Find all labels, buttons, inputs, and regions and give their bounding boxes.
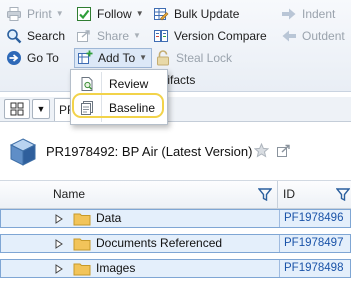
expand-triangle-icon[interactable] — [55, 264, 63, 274]
add-to-button[interactable]: Add To ▼ — [74, 48, 153, 68]
menu-item-label: Baseline — [109, 101, 156, 115]
table-row[interactable]: Documents Referenced PF1978497 — [0, 234, 351, 253]
share-icon — [77, 30, 90, 42]
lock-icon — [157, 50, 169, 66]
expand-triangle-icon[interactable] — [55, 239, 63, 249]
print-button[interactable]: Print ▼ — [6, 4, 64, 24]
search-label: Search — [27, 29, 66, 43]
outdent-label: Outdent — [302, 29, 345, 43]
indent-label: Indent — [302, 7, 336, 21]
bulk-update-label: Bulk Update — [174, 7, 240, 21]
folder-icon — [73, 238, 91, 251]
share-icon[interactable] — [276, 143, 291, 158]
follow-button[interactable]: Follow ▼ — [76, 4, 144, 24]
artifacts-button[interactable]: tifacts — [164, 70, 195, 90]
column-header-id[interactable]: ID — [283, 181, 295, 208]
outdent-arrow-icon — [282, 30, 296, 42]
go-to-label: Go To — [27, 51, 59, 65]
row-id-link[interactable]: PF1978497 — [284, 235, 343, 252]
chevron-down-icon: ▼ — [55, 9, 64, 18]
indent-arrow-icon — [282, 8, 296, 20]
artifacts-label: tifacts — [164, 73, 196, 87]
search-button[interactable]: Search — [6, 26, 65, 46]
follow-label: Follow — [97, 7, 132, 21]
baseline-icon — [81, 101, 93, 115]
go-to-button[interactable]: Go To — [6, 48, 59, 68]
table-row[interactable]: Data PF1978496 — [0, 209, 351, 228]
object-title: PR1978492: BP Air (Latest Version) — [46, 144, 253, 159]
menu-item-label: Review — [109, 77, 149, 91]
share-button[interactable]: Share ▼ — [76, 26, 141, 46]
expand-triangle-icon[interactable] — [55, 214, 63, 224]
chevron-down-icon: ▼ — [135, 9, 144, 18]
filter-icon[interactable] — [336, 188, 350, 201]
column-separator[interactable] — [277, 181, 278, 208]
add-to-label: Add To — [98, 51, 136, 65]
row-name[interactable]: Images — [96, 260, 135, 277]
menu-item-review[interactable]: Review — [71, 73, 167, 95]
grid-header: Name ID — [0, 180, 351, 209]
grid-view-button[interactable] — [4, 99, 30, 119]
bulk-update-icon — [154, 8, 169, 21]
print-label: Print — [27, 7, 52, 21]
follow-icon — [77, 7, 91, 21]
column-header-name[interactable]: Name — [53, 181, 85, 208]
filter-icon[interactable] — [258, 188, 272, 201]
steal-lock-button[interactable]: Steal Lock — [155, 48, 232, 68]
go-to-arrow-icon — [7, 51, 21, 65]
chevron-down-icon: ▼ — [139, 53, 148, 62]
row-id-link[interactable]: PF1978498 — [284, 260, 343, 277]
version-compare-label: Version Compare — [174, 29, 267, 43]
tab-strip: ▼ PR — [0, 97, 351, 122]
add-to-icon — [78, 50, 93, 64]
column-separator — [279, 260, 280, 277]
version-compare-button[interactable]: Version Compare — [153, 26, 267, 46]
row-id-link[interactable]: PF1978496 — [284, 210, 343, 227]
actions-toolbar: Print ▼ Follow ▼ Bulk Update Indent Sear… — [0, 0, 351, 92]
search-icon — [7, 29, 22, 44]
version-compare-icon — [154, 30, 168, 42]
row-name[interactable]: Data — [96, 210, 121, 227]
indent-button[interactable]: Indent — [281, 4, 335, 24]
column-separator — [279, 210, 280, 227]
steal-lock-label: Steal Lock — [176, 51, 233, 65]
menu-item-baseline[interactable]: Baseline — [71, 97, 167, 119]
chevron-down-icon: ▼ — [133, 31, 141, 40]
folder-icon — [73, 213, 91, 226]
add-to-menu: Review Baseline — [70, 69, 168, 125]
bulk-update-button[interactable]: Bulk Update — [153, 4, 239, 24]
share-label: Share — [97, 29, 130, 43]
printer-icon — [7, 7, 21, 21]
folder-icon — [73, 263, 91, 276]
cube-icon — [9, 138, 37, 166]
favorite-star-icon[interactable] — [254, 143, 269, 158]
grid-icon — [10, 102, 24, 116]
chevron-down-icon: ▼ — [36, 104, 46, 114]
row-name[interactable]: Documents Referenced — [96, 235, 222, 252]
column-separator — [279, 235, 280, 252]
outdent-button[interactable]: Outdent — [281, 26, 345, 46]
tab-menu-button[interactable]: ▼ — [32, 99, 50, 119]
review-icon — [81, 77, 93, 91]
table-row[interactable]: Images PF1978498 — [0, 259, 351, 278]
